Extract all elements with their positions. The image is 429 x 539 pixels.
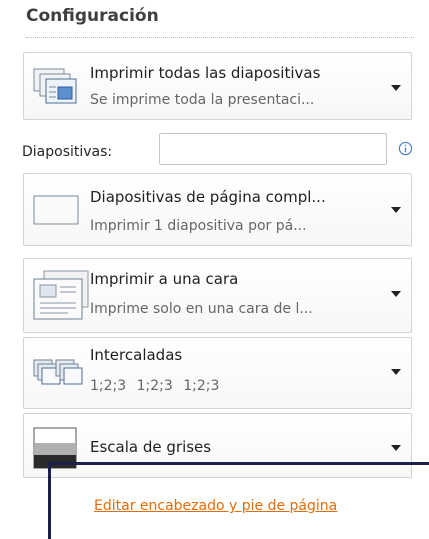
edit-header-footer-link[interactable]: Editar encabezado y pie de página xyxy=(94,498,337,514)
info-icon[interactable] xyxy=(398,141,413,156)
chevron-down-icon xyxy=(391,85,401,91)
layout-sub-text: Imprimir 1 diapositiva por pá... xyxy=(90,218,307,234)
print-range-main-text: Imprimir todas las diapositivas xyxy=(90,64,321,82)
color-dropdown[interactable]: Escala de grises xyxy=(23,413,412,478)
collation-sub-text: 1;2;3 1;2;3 1;2;3 xyxy=(90,378,220,394)
slides-stack-icon xyxy=(33,68,77,104)
sides-dropdown[interactable]: Imprimir a una cara Imprime solo en una … xyxy=(23,258,412,333)
title-divider xyxy=(26,37,414,38)
print-range-dropdown[interactable]: Imprimir todas las diapositivas Se impri… xyxy=(23,52,412,120)
chevron-down-icon xyxy=(391,445,401,451)
annotation-line-horizontal xyxy=(48,462,429,465)
print-range-sub-text: Se imprime toda la presentaci... xyxy=(90,92,315,108)
layout-main-text: Diapositivas de página compl... xyxy=(90,188,326,206)
sides-sub-text: Imprime solo en una cara de l... xyxy=(90,301,313,317)
collated-pages-icon xyxy=(33,359,83,385)
one-sided-page-icon xyxy=(33,270,89,320)
grayscale-icon xyxy=(33,427,77,469)
layout-dropdown[interactable]: Diapositivas de página compl... Imprimir… xyxy=(23,173,412,246)
chevron-down-icon xyxy=(391,369,401,375)
section-title: Configuración xyxy=(26,6,159,26)
full-page-slide-icon xyxy=(33,195,79,225)
annotation-line-vertical xyxy=(48,462,51,539)
chevron-down-icon xyxy=(391,207,401,213)
sides-main-text: Imprimir a una cara xyxy=(90,270,239,288)
slides-label: Diapositivas: xyxy=(22,144,113,160)
collation-dropdown[interactable]: Intercaladas 1;2;3 1;2;3 1;2;3 xyxy=(23,337,412,409)
slides-input[interactable] xyxy=(159,133,387,165)
color-main-text: Escala de grises xyxy=(90,438,212,456)
collation-main-text: Intercaladas xyxy=(90,346,183,364)
chevron-down-icon xyxy=(391,291,401,297)
